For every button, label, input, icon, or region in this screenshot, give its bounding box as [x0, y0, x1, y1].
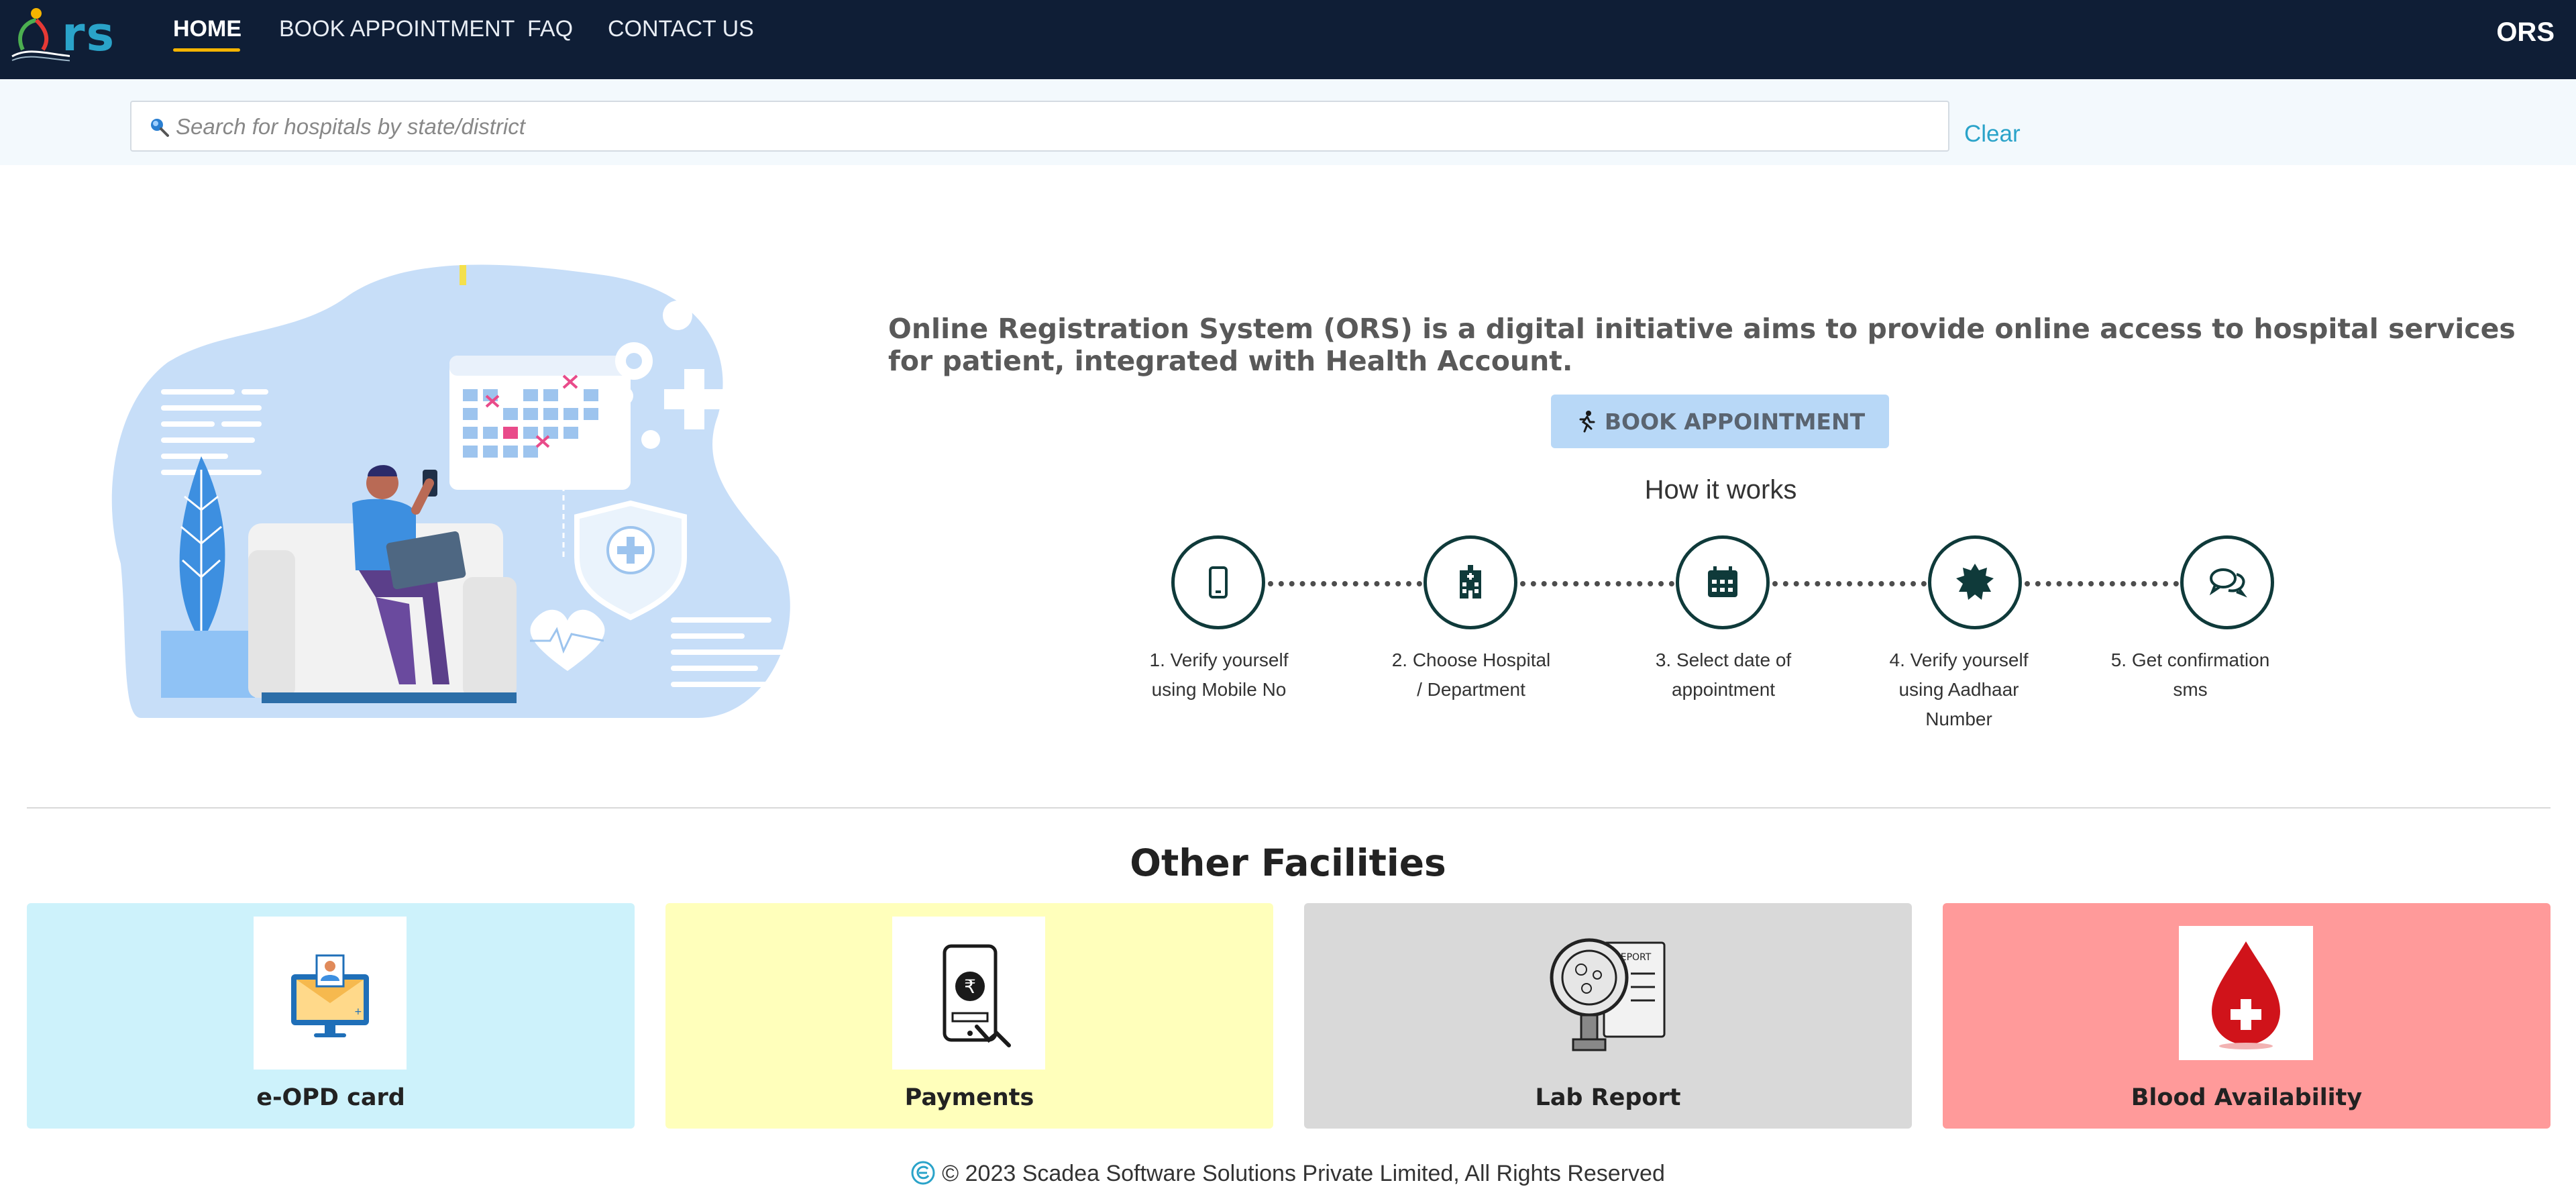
eopd-card-label: e-OPD card [256, 1084, 405, 1111]
nav-contact-us[interactable]: CONTACT US [608, 16, 754, 42]
search-box [130, 101, 1949, 152]
lab-report-icon: REPORT [1550, 938, 1666, 1051]
ors-logo-icon [11, 8, 111, 62]
section-divider [27, 807, 2551, 809]
payments-label: Payments [904, 1084, 1034, 1111]
lab-report-label: Lab Report [1535, 1084, 1681, 1111]
search-icon [151, 119, 169, 137]
ors-logo[interactable]: rs [9, 3, 117, 64]
step-connector [2025, 581, 2179, 586]
step-4-circle [1928, 535, 2022, 629]
mobile-icon [1209, 566, 1228, 599]
hospital-icon [1460, 565, 1481, 599]
step-1-circle [1171, 535, 1265, 629]
book-appointment-button[interactable]: BOOK APPOINTMENT [1551, 395, 1889, 448]
eopd-card-image: + [254, 917, 407, 1070]
nav-book-appointment[interactable]: BOOK APPOINTMENT [279, 16, 515, 42]
eopd-card-icon: + [291, 954, 369, 1037]
footer: © 2023 Scadea Software Solutions Private… [0, 1161, 2576, 1187]
aadhaar-badge-icon [1956, 564, 1994, 600]
chat-icon [2209, 568, 2247, 598]
logo-text: rs [62, 7, 116, 62]
nav-ors-label[interactable]: ORS [2496, 17, 2555, 48]
blood-availability-image [2179, 926, 2313, 1060]
how-it-works-title: How it works [1644, 475, 1797, 505]
step-5-label: 5. Get confirmation sms [2110, 650, 2270, 700]
book-appointment-label: BOOK APPOINTMENT [1604, 408, 1866, 435]
step-4-label: 4. Verify yourself using Aadhaar Number [1889, 650, 2029, 729]
facility-card-blood-availability[interactable]: Blood Availability [1943, 903, 2551, 1129]
svg-text:+: + [354, 1006, 362, 1017]
nav-faq[interactable]: FAQ [527, 16, 573, 42]
step-5-circle [2180, 535, 2274, 629]
step-connector [1268, 581, 1422, 586]
lab-report-image: REPORT [1531, 917, 1684, 1070]
facility-card-payments[interactable]: ₹ Payments [665, 903, 1273, 1129]
other-facilities-title: Other Facilities [1130, 841, 1446, 884]
step-2-circle [1424, 535, 1517, 629]
step-2-label: 2. Choose Hospital / Department [1391, 650, 1551, 700]
scadea-logo-icon [911, 1161, 935, 1185]
payments-image: ₹ [892, 917, 1045, 1070]
payments-icon: ₹ [943, 944, 1011, 1047]
blood-drop-icon [2212, 941, 2280, 1049]
search-input[interactable] [176, 109, 1920, 145]
svg-text:₹: ₹ [964, 976, 976, 998]
step-3-label: 3. Select date of appointment [1655, 650, 1792, 700]
search-bar-section: Clear [0, 79, 2576, 165]
blood-availability-label: Blood Availability [2131, 1084, 2363, 1111]
step-connector [1772, 581, 1927, 586]
running-person-icon [1579, 411, 1595, 433]
hero-description: Online Registration System (ORS) is a di… [888, 313, 2516, 377]
footer-copyright: © 2023 Scadea Software Solutions Private… [942, 1161, 1665, 1186]
step-1-label: 1. Verify yourself using Mobile No [1149, 650, 1289, 700]
top-navbar: rs HOME BOOK APPOINTMENT FAQ CONTACT US … [0, 0, 2576, 79]
clear-search-link[interactable]: Clear [1964, 121, 2021, 148]
step-3-circle [1676, 535, 1770, 629]
nav-home[interactable]: HOME [173, 16, 241, 42]
nav-active-indicator [173, 48, 240, 52]
facility-card-lab-report[interactable]: REPORT Lab Report [1304, 903, 1912, 1129]
facility-card-eopd[interactable]: + e-OPD card [27, 903, 635, 1129]
calendar-icon [1708, 566, 1737, 597]
hero-illustration [111, 264, 790, 718]
step-connector [1520, 581, 1674, 586]
